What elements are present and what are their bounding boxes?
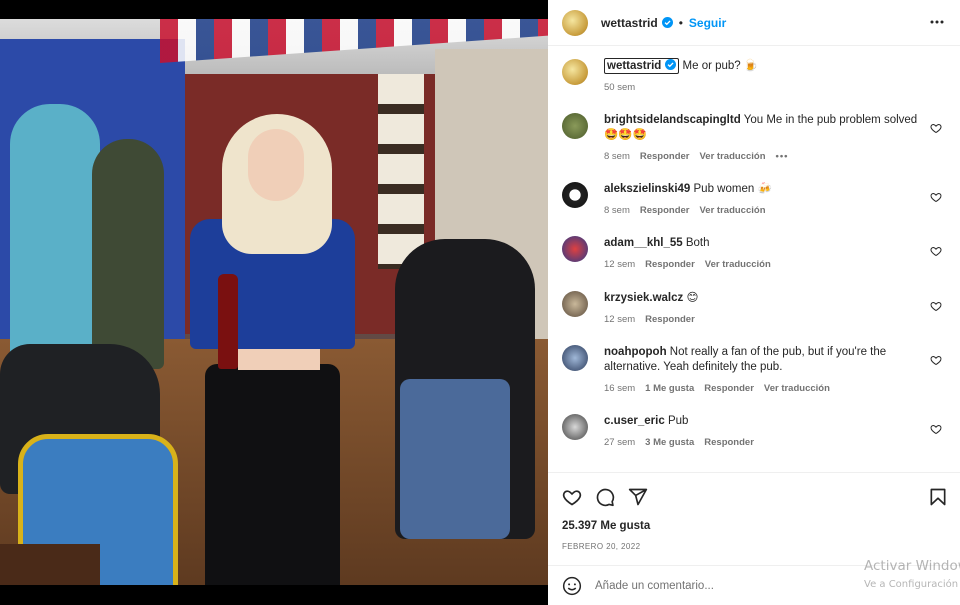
comment-username[interactable]: adam__khl_55 — [604, 237, 683, 249]
comment-time[interactable]: 27 sem — [604, 437, 635, 448]
author-username[interactable]: wettastrid — [601, 16, 658, 30]
comment-time[interactable]: 16 sem — [604, 383, 635, 394]
translate-button[interactable]: Ver traducción — [700, 151, 766, 162]
comment-avatar[interactable] — [562, 345, 588, 371]
comment-item: noahpopoh Not really a fan of the pub, b… — [562, 345, 952, 394]
comment-like-heart-icon[interactable] — [930, 245, 942, 257]
comment-options-icon[interactable]: ••• — [776, 151, 789, 162]
post-header: wettastrid • Seguir — [548, 0, 960, 46]
comment-item: alekszielinski49 Pub women 🍻 8 sem Respo… — [562, 182, 952, 216]
comment-input[interactable] — [595, 579, 845, 592]
reply-button[interactable]: Responder — [640, 151, 690, 162]
caption-time[interactable]: 50 sem — [604, 82, 635, 93]
comment-avatar[interactable] — [562, 113, 588, 139]
comment-item: adam__khl_55 Both 12 sem Responder Ver t… — [562, 236, 952, 270]
reply-button[interactable]: Responder — [640, 205, 690, 216]
author-avatar[interactable] — [562, 9, 588, 36]
photo-woman-pants — [205, 364, 340, 585]
comment-like-heart-icon[interactable] — [930, 191, 942, 203]
comment-time[interactable]: 12 sem — [604, 314, 635, 325]
photo-wall-frames — [378, 74, 424, 269]
comment-username[interactable]: krzysiek.walcz — [604, 292, 683, 304]
likes-count[interactable]: 25.397 Me gusta — [562, 520, 650, 532]
comment-text: Pub women 🍻 — [693, 183, 772, 195]
follow-button[interactable]: Seguir — [689, 16, 726, 30]
comment-like-heart-icon[interactable] — [930, 423, 942, 435]
comment-item: brightsidelandscapingltd You Me in the p… — [562, 113, 952, 162]
comment-avatar[interactable] — [562, 236, 588, 262]
paper-plane-icon[interactable] — [628, 487, 648, 507]
comment-username[interactable]: c.user_eric — [604, 415, 665, 427]
post-date[interactable]: FEBRERO 20, 2022 — [562, 542, 640, 551]
photo-bottle — [218, 274, 238, 369]
verified-badge-icon — [665, 59, 677, 70]
photo-woman-face — [248, 129, 304, 201]
comment-avatar[interactable] — [562, 182, 588, 208]
comment-likes-count[interactable]: 3 Me gusta — [645, 437, 694, 448]
instagram-post-modal: wettastrid • Seguir wettastrid Me or pub… — [0, 0, 960, 605]
comment-username[interactable]: brightsidelandscapingltd — [604, 114, 741, 126]
comment-username[interactable]: alekszielinski49 — [604, 183, 690, 195]
caption-text: Me or pub? 🍺 — [682, 60, 759, 72]
reply-button[interactable]: Responder — [645, 259, 695, 270]
comment-icon[interactable] — [595, 487, 615, 507]
comment-item: c.user_eric Pub 27 sem 3 Me gusta Respon… — [562, 414, 952, 448]
photo-person-right-jeans — [400, 379, 510, 539]
post-actions: 25.397 Me gusta FEBRERO 20, 2022 — [548, 472, 960, 565]
reply-button[interactable]: Responder — [704, 437, 754, 448]
photo-person-left — [10, 104, 100, 384]
comment-likes-count[interactable]: 1 Me gusta — [645, 383, 694, 394]
translate-button[interactable]: Ver traducción — [764, 383, 830, 394]
header-separator: • — [678, 15, 683, 30]
comment-text: Pub — [667, 415, 689, 427]
comment-like-heart-icon[interactable] — [930, 122, 942, 134]
caption: wettastrid Me or pub? 🍺 50 sem — [562, 58, 952, 93]
add-comment-bar — [548, 565, 960, 605]
caption-username[interactable]: wettastrid — [604, 58, 680, 74]
comment-text: Both — [685, 237, 710, 249]
emoji-icon[interactable] — [562, 576, 582, 596]
comment-item: krzysiek.walcz 😊 12 sem Responder — [562, 291, 952, 325]
comment-text: 😊 — [686, 292, 699, 304]
verified-badge-icon — [661, 17, 673, 28]
comments-list[interactable]: wettastrid Me or pub? 🍺 50 sem brightsid… — [548, 46, 960, 472]
post-photo[interactable] — [0, 19, 548, 585]
reply-button[interactable]: Responder — [645, 314, 695, 325]
photo-table — [0, 544, 100, 585]
comment-time[interactable]: 8 sem — [604, 151, 630, 162]
translate-button[interactable]: Ver traducción — [705, 259, 771, 270]
comment-time[interactable]: 8 sem — [604, 205, 630, 216]
reply-button[interactable]: Responder — [704, 383, 754, 394]
comment-time[interactable]: 12 sem — [604, 259, 635, 270]
bookmark-icon[interactable] — [928, 487, 948, 507]
translate-button[interactable]: Ver traducción — [700, 205, 766, 216]
photo-person-left-2 — [92, 139, 164, 369]
comment-avatar[interactable] — [562, 414, 588, 440]
comment-like-heart-icon[interactable] — [930, 300, 942, 312]
photo-pane — [0, 0, 548, 605]
comment-like-heart-icon[interactable] — [930, 354, 942, 366]
post-side-panel: wettastrid • Seguir wettastrid Me or pub… — [548, 0, 960, 605]
comment-username[interactable]: noahpopoh — [604, 346, 667, 358]
heart-icon[interactable] — [562, 487, 582, 507]
more-options-icon[interactable] — [928, 13, 946, 31]
comment-avatar[interactable] — [562, 291, 588, 317]
caption-avatar[interactable] — [562, 59, 588, 85]
